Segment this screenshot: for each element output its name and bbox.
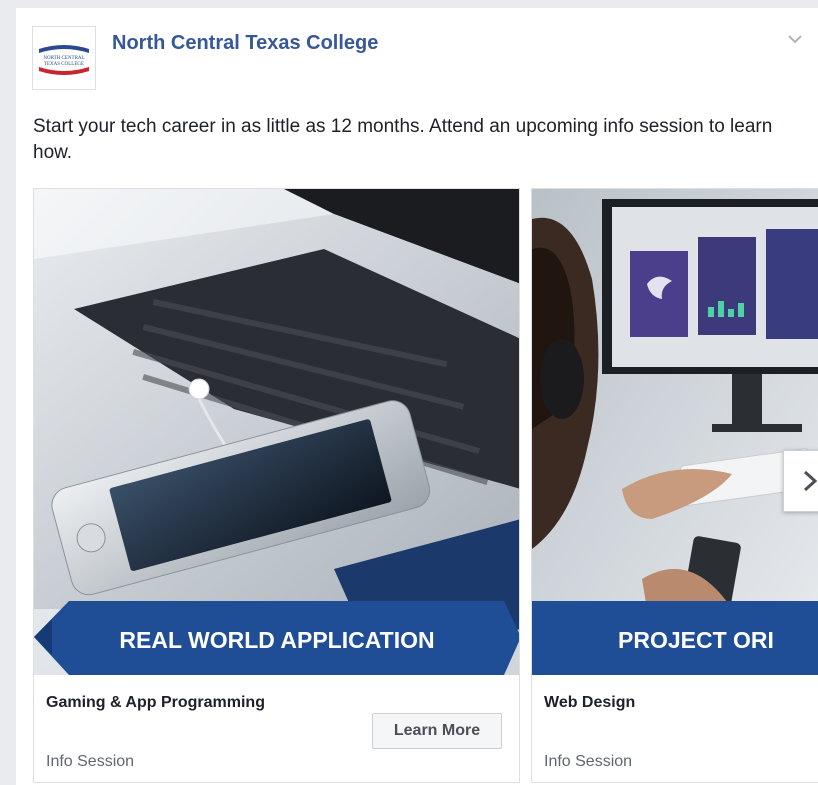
carousel-card-1[interactable]: REAL WORLD APPLICATION Gaming & App Prog… (33, 188, 520, 783)
chevron-down-icon[interactable] (786, 32, 804, 46)
carousel-next-button[interactable] (783, 450, 818, 512)
svg-text:TEXAS COLLEGE: TEXAS COLLEGE (44, 62, 84, 67)
carousel-item-title-1[interactable]: Gaming & App Programming (46, 694, 265, 712)
page-name-link[interactable]: North Central Texas College (112, 32, 378, 55)
carousel-card-2[interactable]: PROJECT ORI Web Design Info Session (531, 188, 818, 783)
carousel-item-subtitle-1: Info Session (46, 753, 135, 770)
carousel-image-1[interactable]: REAL WORLD APPLICATION (34, 189, 519, 675)
carousel-item-subtitle-2: Info Session (544, 753, 633, 770)
chevron-right-icon (803, 470, 818, 492)
carousel: REAL WORLD APPLICATION Gaming & App Prog… (33, 188, 818, 783)
image-banner-text-2: PROJECT ORI (618, 627, 774, 653)
college-logo: NORTH CENTRAL TEXAS COLLEGE (33, 27, 95, 89)
svg-text:NORTH CENTRAL: NORTH CENTRAL (43, 56, 84, 61)
sponsored-post-card: NORTH CENTRAL TEXAS COLLEGE North Centra… (16, 8, 818, 785)
post-text: Start your tech career in as little as 1… (33, 116, 773, 163)
image-banner-text-1: REAL WORLD APPLICATION (119, 627, 434, 653)
carousel-item-title-2[interactable]: Web Design (544, 694, 635, 712)
page-avatar[interactable]: NORTH CENTRAL TEXAS COLLEGE (32, 26, 96, 90)
carousel-image-2[interactable]: PROJECT ORI (532, 189, 818, 675)
learn-more-button[interactable]: Learn More (372, 713, 502, 749)
